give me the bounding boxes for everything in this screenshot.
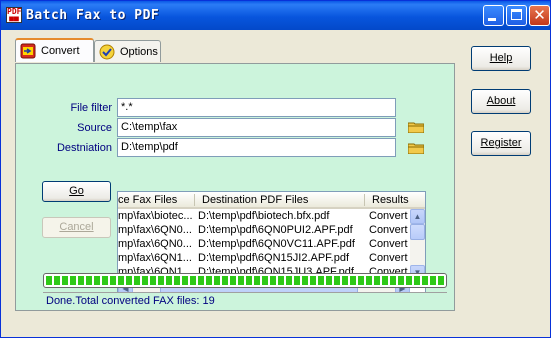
column-source-fax-files[interactable]: ce Fax Files [118, 194, 177, 206]
pdf-app-icon: PDF ■■ [6, 7, 22, 23]
help-button[interactable]: Help [471, 46, 531, 71]
tab-options[interactable]: Options [94, 40, 161, 62]
status-bar: Done.Total converted FAX files: 19 [43, 292, 447, 310]
file-filter-label: File filter [70, 102, 112, 114]
cell-result: Convert [369, 238, 408, 250]
vertical-scrollbar[interactable]: ▲ ▼ [410, 209, 425, 280]
go-button-label: Go [69, 185, 84, 197]
column-destination-pdf-files[interactable]: Destination PDF Files [202, 194, 308, 206]
cell-result: Convert [369, 224, 408, 236]
close-icon: ✕ [533, 6, 546, 24]
cell-destination: D:\temp\pdf\biotech.bfx.pdf [198, 210, 330, 222]
cell-source: mp\fax\6QN1... [118, 252, 192, 264]
tab-convert[interactable]: Convert [15, 38, 94, 62]
options-check-icon [99, 44, 115, 59]
cell-source: mp\fax\6QN0... [118, 238, 192, 250]
list-header: ce Fax Files Destination PDF Files Resul… [118, 192, 425, 209]
destination-input[interactable]: D:\temp\pdf [117, 138, 396, 157]
minimize-icon [488, 18, 496, 21]
file-filter-input[interactable]: *.* [117, 98, 396, 117]
destination-label: Destniation [56, 142, 112, 154]
title-bar[interactable]: PDF ■■ Batch Fax to PDF ✕ [1, 1, 550, 30]
vertical-scroll-thumb[interactable] [410, 224, 425, 240]
register-button[interactable]: Register [471, 131, 531, 156]
about-button[interactable]: About [471, 89, 531, 114]
column-divider[interactable] [194, 194, 195, 206]
app-window: PDF ■■ Batch Fax to PDF ✕ Convert Options [0, 0, 551, 338]
tab-options-label: Options [120, 45, 158, 58]
cell-result: Convert [369, 210, 408, 222]
go-button[interactable]: Go [42, 181, 111, 202]
scroll-up-arrow-icon[interactable]: ▲ [410, 209, 425, 224]
conversion-progress-bar [43, 273, 447, 288]
register-button-label: Register [480, 137, 522, 149]
close-button[interactable]: ✕ [529, 5, 550, 26]
source-label: Source [77, 122, 112, 134]
list-item[interactable]: mp\fax\6QN0... D:\temp\pdf\6QN0VC11.APF.… [118, 238, 410, 252]
source-browse-folder-icon[interactable] [408, 121, 424, 133]
column-results[interactable]: Results [372, 194, 409, 206]
cell-destination: D:\temp\pdf\6QN0PUI2.APF.pdf [198, 224, 353, 236]
cell-source: mp\fax\biotec... [118, 210, 193, 222]
about-button-label: About [486, 95, 516, 107]
help-button-label: Help [489, 52, 513, 64]
maximize-button[interactable] [506, 5, 527, 26]
cell-destination: D:\temp\pdf\6QN0VC11.APF.pdf [198, 238, 355, 250]
minimize-button[interactable] [483, 5, 504, 26]
column-divider[interactable] [364, 194, 365, 206]
maximize-icon [511, 9, 522, 20]
destination-browse-folder-icon[interactable] [408, 142, 424, 154]
cancel-button[interactable]: Cancel [42, 217, 111, 238]
progress-fill [46, 276, 444, 285]
cancel-button-label: Cancel [59, 221, 94, 233]
window-title: Batch Fax to PDF [26, 8, 160, 23]
list-item[interactable]: mp\fax\6QN0... D:\temp\pdf\6QN0PUI2.APF.… [118, 224, 410, 238]
cell-result: Convert [369, 252, 408, 264]
list-item[interactable]: mp\fax\6QN1... D:\temp\pdf\6QN15JI2.APF.… [118, 252, 410, 266]
list-item[interactable]: mp\fax\biotec... D:\temp\pdf\biotech.bfx… [118, 210, 410, 224]
convert-icon [20, 43, 36, 59]
cell-destination: D:\temp\pdf\6QN15JI2.APF.pdf [198, 252, 350, 264]
tab-convert-label: Convert [41, 45, 80, 57]
client-area: Convert Options File filter *.* Source C… [1, 30, 550, 337]
cell-source: mp\fax\6QN0... [118, 224, 192, 236]
source-input[interactable]: C:\temp\fax [117, 118, 396, 137]
